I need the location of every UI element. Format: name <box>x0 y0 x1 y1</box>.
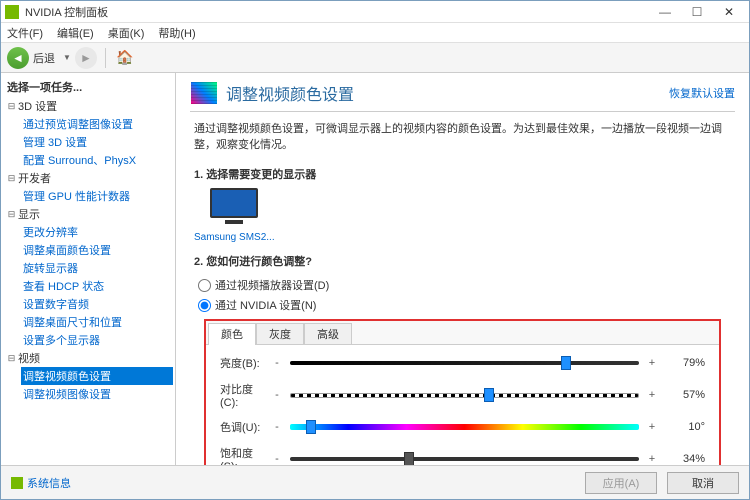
apply-button[interactable]: 应用(A) <box>585 472 657 494</box>
menu-file[interactable]: 文件(F) <box>7 25 43 41</box>
tree-item[interactable]: 调整桌面尺寸和位置 <box>21 313 173 331</box>
tree-item[interactable]: 调整视频颜色设置 <box>21 367 173 385</box>
menu-edit[interactable]: 编辑(E) <box>57 25 94 41</box>
step-2-title: 2. 您如何进行颜色调整? <box>194 253 731 269</box>
minus-icon[interactable]: - <box>272 421 282 433</box>
slider-track[interactable] <box>290 451 639 465</box>
close-button[interactable]: ✕ <box>713 2 745 22</box>
tree-item[interactable]: 旋转显示器 <box>21 259 173 277</box>
radio-option[interactable]: 通过视频播放器设置(D) <box>198 275 731 295</box>
tree-group[interactable]: ⊟开发者 <box>3 169 173 187</box>
nav-back-label: 后退 <box>33 50 55 66</box>
plus-icon[interactable]: + <box>647 357 657 369</box>
color-bars-icon <box>190 81 218 105</box>
minimize-button[interactable]: — <box>649 2 681 22</box>
tree-item[interactable]: 调整视频图像设置 <box>21 385 173 403</box>
slider-value: 57% <box>665 389 705 401</box>
sidebar: 选择一项任务... ⊟3D 设置通过预览调整图像设置管理 3D 设置配置 Sur… <box>1 73 176 465</box>
tree-item[interactable]: 配置 Surround、PhysX <box>21 151 173 169</box>
window-title: NVIDIA 控制面板 <box>25 4 649 20</box>
plus-icon[interactable]: + <box>647 453 657 465</box>
tree-group[interactable]: ⊟显示 <box>3 205 173 223</box>
menubar: 文件(F) 编辑(E) 桌面(K) 帮助(H) <box>1 23 749 43</box>
tree-item[interactable]: 设置数字音频 <box>21 295 173 313</box>
tree-item[interactable]: 管理 GPU 性能计数器 <box>21 187 173 205</box>
slider-track[interactable] <box>290 419 639 435</box>
display-name: Samsung SMS2... <box>194 232 275 243</box>
titlebar: NVIDIA 控制面板 — ☐ ✕ <box>1 1 749 23</box>
menu-help[interactable]: 帮助(H) <box>158 25 195 41</box>
page-title: 调整视频颜色设置 <box>226 81 661 105</box>
slider-row: 色调(U):- +10° <box>220 419 705 435</box>
slider-track[interactable] <box>290 387 639 403</box>
tab[interactable]: 颜色 <box>208 323 256 344</box>
footer: 系统信息 应用(A) 取消 <box>1 465 749 499</box>
system-info-link[interactable]: 系统信息 <box>11 475 71 491</box>
menu-desktop[interactable]: 桌面(K) <box>108 25 145 41</box>
tab[interactable]: 灰度 <box>256 323 304 344</box>
plus-icon[interactable]: + <box>647 389 657 401</box>
tree-group[interactable]: ⊟3D 设置 <box>3 97 173 115</box>
tab[interactable]: 高级 <box>304 323 352 344</box>
nvidia-icon <box>5 5 19 19</box>
app-window: NVIDIA 控制面板 — ☐ ✕ 文件(F) 编辑(E) 桌面(K) 帮助(H… <box>0 0 750 500</box>
divider <box>190 111 735 112</box>
minus-icon[interactable]: - <box>272 453 282 465</box>
step-1: 1. 选择需要变更的显示器 Samsung SMS2... <box>176 166 749 253</box>
nav-forward-button[interactable]: ► <box>75 47 97 69</box>
highlight-box: 颜色灰度高级 亮度(B):-+79%对比度(C):-+57%色调(U):-+10… <box>204 319 721 465</box>
slider-value: 79% <box>665 357 705 369</box>
tree-item[interactable]: 通过预览调整图像设置 <box>21 115 173 133</box>
cancel-button[interactable]: 取消 <box>667 472 739 494</box>
slider-label: 色调(U): <box>220 419 264 435</box>
minus-icon[interactable]: - <box>272 357 282 369</box>
tree-item[interactable]: 调整桌面颜色设置 <box>21 241 173 259</box>
slider-row: 亮度(B):- +79% <box>220 355 705 371</box>
sidebar-heading: 选择一项任务... <box>1 77 175 97</box>
tabs: 颜色灰度高级 <box>206 321 719 345</box>
display-selector[interactable]: Samsung SMS2... <box>194 188 275 243</box>
slider-label: 对比度(C): <box>220 381 264 409</box>
dropdown-icon[interactable]: ▼ <box>63 53 71 62</box>
nvidia-small-icon <box>11 477 23 489</box>
content-pane: 调整视频颜色设置 恢复默认设置 通过调整视频颜色设置，可微调显示器上的视频内容的… <box>176 73 749 465</box>
tree-item[interactable]: 更改分辨率 <box>21 223 173 241</box>
home-button[interactable]: 🏠 <box>114 47 136 69</box>
tree-item[interactable]: 设置多个显示器 <box>21 331 173 349</box>
tree-item[interactable]: 管理 3D 设置 <box>21 133 173 151</box>
maximize-button[interactable]: ☐ <box>681 2 713 22</box>
plus-icon[interactable]: + <box>647 421 657 433</box>
separator <box>105 48 106 68</box>
restore-defaults-link[interactable]: 恢复默认设置 <box>669 85 735 101</box>
slider-value: 34% <box>665 453 705 465</box>
tree-item[interactable]: 查看 HDCP 状态 <box>21 277 173 295</box>
step-2: 2. 您如何进行颜色调整? 通过视频播放器设置(D)通过 NVIDIA 设置(N… <box>176 253 749 465</box>
nav-back-button[interactable]: ◄ <box>7 47 29 69</box>
slider-label: 饱和度(S): <box>220 445 264 465</box>
tree-group[interactable]: ⊟视频 <box>3 349 173 367</box>
radio-option[interactable]: 通过 NVIDIA 设置(N) <box>198 295 731 315</box>
slider-track[interactable] <box>290 355 639 371</box>
step-1-title: 1. 选择需要变更的显示器 <box>194 166 731 182</box>
minus-icon[interactable]: - <box>272 389 282 401</box>
slider-row: 对比度(C):- +57% <box>220 381 705 409</box>
slider-row: 饱和度(S):- +34% <box>220 445 705 465</box>
toolbar: ◄ 后退 ▼ ► 🏠 <box>1 43 749 73</box>
description: 通过调整视频颜色设置，可微调显示器上的视频内容的颜色设置。为达到最佳效果，一边播… <box>176 120 749 166</box>
monitor-icon <box>210 188 258 218</box>
slider-value: 10° <box>665 421 705 433</box>
slider-label: 亮度(B): <box>220 355 264 371</box>
